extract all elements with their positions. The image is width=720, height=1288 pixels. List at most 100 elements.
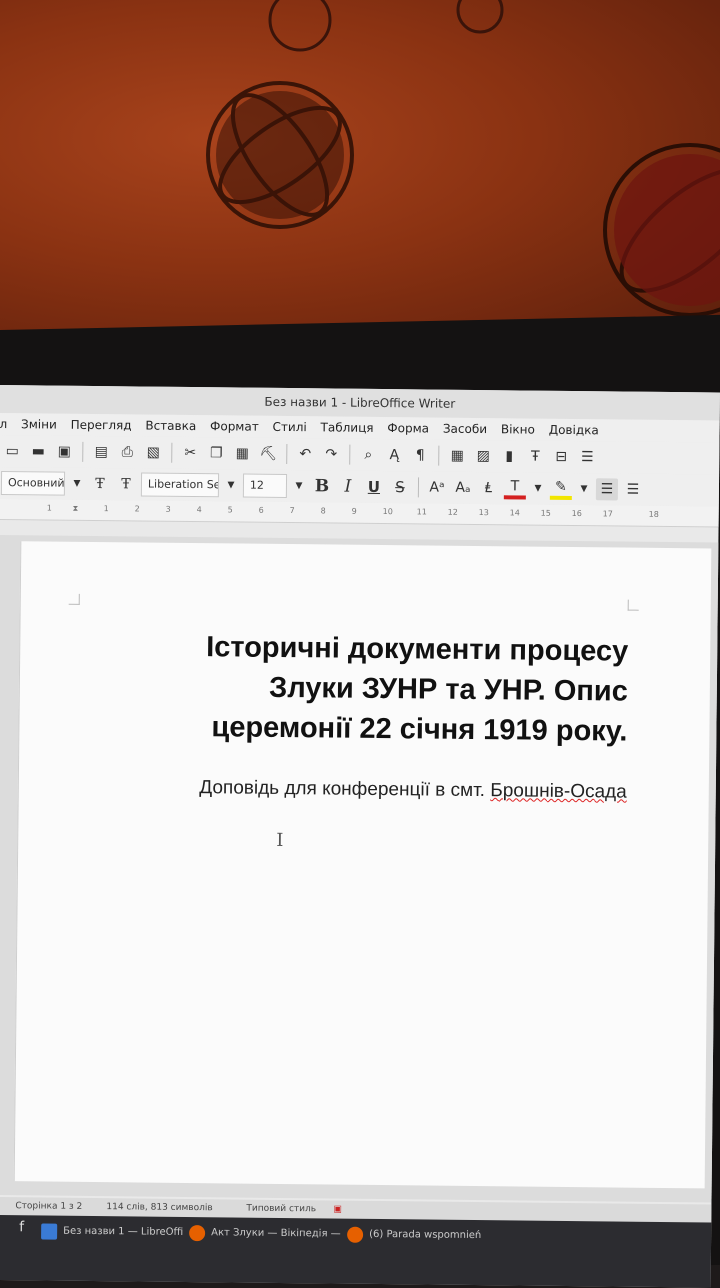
margin-corner [627, 599, 639, 611]
menu-file[interactable]: л [0, 413, 7, 435]
title-line: Злуки ЗУНР та УНР. Опис [268, 671, 628, 708]
title-line: церемонії 22 січня 1919 року. [211, 711, 628, 748]
ruler-tick: 3 [165, 504, 171, 514]
chevron-down-icon[interactable]: ▼ [291, 481, 307, 491]
ruler-tick: 15 [540, 508, 551, 518]
align-center-icon[interactable]: ☰ [622, 479, 644, 501]
open-folder-icon[interactable]: ▬ [27, 440, 49, 462]
decorative-ornaments [206, 0, 720, 317]
font-size-combo[interactable]: 12 [242, 473, 288, 499]
chevron-down-icon[interactable]: ▼ [223, 480, 239, 490]
save-icon[interactable]: ▣ [53, 441, 75, 463]
document-subtitle[interactable]: Доповідь для конференції в смт. Брошнів-… [107, 776, 627, 803]
paragraph-style-value: Основний т [7, 476, 65, 490]
menu-edit[interactable]: Зміни [21, 413, 57, 435]
firefox-icon [347, 1226, 364, 1243]
libreoffice-icon [41, 1223, 58, 1240]
strikethrough-button[interactable]: S [389, 476, 411, 498]
menu-tools[interactable]: Засоби [443, 418, 487, 440]
new-document-icon[interactable]: ▭ [1, 440, 23, 462]
margin-corner [68, 593, 80, 605]
ruler-tick: 11 [416, 507, 427, 517]
ruler-tick: 16 [571, 508, 582, 519]
menu-format[interactable]: Формат [210, 415, 259, 438]
title-line: Історичні документи процесу [206, 631, 629, 668]
misspelled-word[interactable]: Брошнів-Осада [490, 780, 627, 802]
insert-page-break-icon[interactable]: ⊟ [550, 446, 572, 468]
subtitle-text: Доповідь для конференції в смт. [199, 777, 491, 802]
insert-field-icon[interactable]: ☰ [576, 446, 598, 468]
menu-insert[interactable]: Вставка [145, 415, 196, 438]
font-name-value: Liberation Se [147, 477, 220, 492]
document-area: Історичні документи процесу Злуки ЗУНР т… [0, 534, 719, 1203]
clear-formatting-icon[interactable]: Ⱡ [478, 477, 500, 499]
ruler-tick: 13 [478, 508, 489, 518]
ruler-tick: 6 [258, 505, 264, 515]
cut-icon[interactable]: ✂ [179, 442, 201, 464]
window-title: Без назви 1 - LibreOffice Writer [264, 394, 456, 411]
clone-formatting-icon[interactable]: ⛏ [257, 443, 279, 465]
redo-icon[interactable]: ↷ [320, 443, 342, 465]
formatting-marks-icon[interactable]: ¶ [409, 444, 431, 466]
ruler-tick: 2 [134, 504, 140, 514]
text-cursor-icon: I [276, 829, 284, 851]
font-name-combo[interactable]: Liberation Se [140, 472, 220, 498]
ruler-tick: 12 [447, 507, 458, 517]
document-title[interactable]: Історичні документи процесу Злуки ЗУНР т… [147, 627, 628, 752]
print-preview-icon[interactable]: ▧ [142, 441, 164, 463]
bold-button[interactable]: B [311, 475, 333, 497]
font-size-value: 12 [249, 478, 265, 492]
insert-image-icon[interactable]: ▨ [472, 445, 494, 467]
page-style[interactable]: Типовий стиль [246, 1200, 316, 1219]
chevron-down-icon[interactable]: ▼ [69, 479, 85, 489]
document-page[interactable]: Історичні документи процесу Злуки ЗУНР т… [13, 541, 712, 1189]
italic-button[interactable]: I [337, 476, 359, 498]
export-pdf-icon[interactable]: ▤ [90, 441, 112, 463]
taskbar-item-writer[interactable]: Без назви 1 — LibreOffi [41, 1221, 183, 1242]
indent-marker-icon[interactable]: ⧗ [73, 504, 79, 514]
toolbar-separator [438, 445, 440, 466]
libreoffice-window: Без назви 1 - LibreOffice Writer л Зміни… [0, 385, 720, 1288]
start-menu-icon[interactable]: f [19, 1219, 24, 1235]
paragraph-style-combo[interactable]: Основний т [0, 471, 66, 496]
toolbar-separator [171, 442, 173, 463]
paste-icon[interactable]: ▦ [231, 442, 253, 464]
highlight-color-icon[interactable]: ✎ [549, 477, 573, 500]
superscript-icon[interactable]: Aᵃ [426, 476, 448, 498]
underline-button[interactable]: U [363, 476, 385, 498]
ruler-tick: 5 [227, 505, 233, 515]
menu-form[interactable]: Форма [387, 417, 429, 439]
ruler-tick: 18 [648, 509, 659, 519]
menu-styles[interactable]: Стилі [272, 416, 307, 438]
ruler-tick: 7 [289, 506, 295, 516]
menu-help[interactable]: Довідка [549, 419, 599, 442]
undo-icon[interactable]: ↶ [294, 443, 316, 465]
taskbar: f Без назви 1 — LibreOffi Акт Злуки — Ві… [0, 1214, 712, 1288]
update-style-icon[interactable]: Ŧ [89, 473, 111, 495]
insert-chart-icon[interactable]: ▮ [498, 445, 520, 467]
chevron-down-icon[interactable]: ▼ [576, 484, 592, 494]
ruler-tick: 10 [382, 507, 393, 517]
chevron-down-icon[interactable]: ▼ [530, 484, 546, 494]
menu-view[interactable]: Перегляд [71, 414, 132, 437]
page-count[interactable]: Сторінка 1 з 2 [15, 1197, 82, 1216]
font-color-icon[interactable]: T [503, 477, 527, 500]
menu-table[interactable]: Таблиця [320, 416, 374, 439]
word-count[interactable]: 114 слів, 813 символів [106, 1198, 212, 1217]
spelling-icon[interactable]: Ą [383, 444, 405, 466]
find-replace-icon[interactable]: ⌕ [357, 444, 379, 466]
taskbar-item-browser[interactable]: Акт Злуки — Вікіпедія — [189, 1223, 341, 1245]
new-style-icon[interactable]: Ŧ [115, 473, 137, 495]
toolbar-separator [349, 444, 351, 465]
print-icon[interactable]: ⎙ [116, 441, 138, 463]
ruler-tick: 8 [320, 506, 326, 516]
insert-table-icon[interactable]: ▦ [446, 445, 468, 467]
align-left-icon[interactable]: ☰ [595, 478, 619, 501]
ruler-tick: 1 [46, 503, 52, 513]
copy-icon[interactable]: ❐ [205, 442, 227, 464]
subscript-icon[interactable]: Aₐ [452, 477, 474, 499]
menu-window[interactable]: Вікно [501, 418, 535, 440]
taskbar-item-browser-2[interactable]: (6) Parada wspomnień [347, 1225, 481, 1246]
ruler-tick: 14 [509, 508, 520, 518]
insert-textbox-icon[interactable]: Ŧ [524, 445, 546, 467]
